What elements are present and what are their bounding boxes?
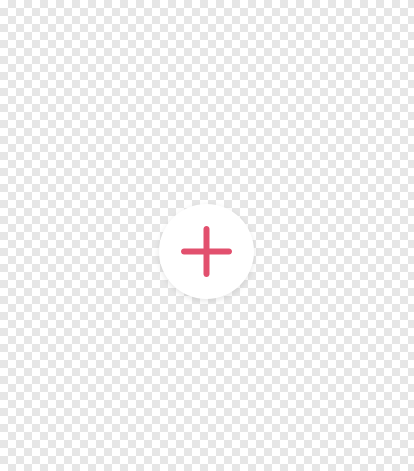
plus-icon	[181, 226, 232, 277]
add-button[interactable]	[159, 204, 254, 299]
transparent-canvas	[0, 0, 414, 471]
